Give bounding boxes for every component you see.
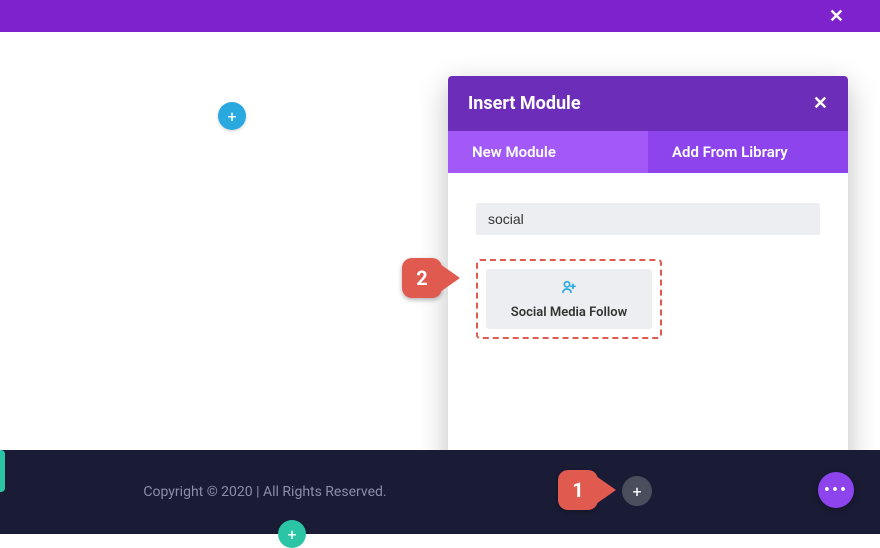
callout-arrow-icon	[440, 264, 460, 292]
tab-label: Add From Library	[672, 143, 788, 161]
footer-copyright: Copyright © 2020 | All Rights Reserved.	[0, 484, 530, 500]
search-input[interactable]	[476, 203, 820, 235]
plus-icon: +	[227, 107, 236, 126]
module-grid: Social Media Follow	[476, 259, 820, 339]
module-highlight: Social Media Follow	[476, 259, 662, 339]
person-follow-icon	[561, 279, 577, 299]
annotation-callout-1: 1	[558, 470, 616, 510]
callout-arrow-icon	[596, 476, 616, 504]
modal-title: Insert Module	[468, 93, 581, 114]
close-icon[interactable]: ✕	[813, 93, 828, 114]
annotation-callout-2: 2	[402, 258, 460, 298]
modal-tabs: New Module Add From Library	[448, 131, 848, 173]
modal-header: Insert Module ✕	[448, 76, 848, 131]
module-label: Social Media Follow	[511, 305, 627, 320]
insert-module-modal: Insert Module ✕ New Module Add From Libr…	[448, 76, 848, 468]
builder-settings-fab[interactable]: •••	[818, 472, 854, 508]
add-module-button-footer[interactable]: +	[622, 476, 652, 506]
module-social-media-follow[interactable]: Social Media Follow	[486, 269, 652, 329]
tab-add-from-library[interactable]: Add From Library	[648, 131, 848, 173]
plus-icon: +	[287, 525, 296, 544]
builder-top-bar: ✕	[0, 0, 880, 32]
modal-body: Social Media Follow	[448, 173, 848, 359]
callout-number: 1	[558, 470, 598, 510]
callout-number: 2	[402, 258, 442, 298]
tab-new-module[interactable]: New Module	[448, 131, 648, 173]
plus-icon: +	[632, 482, 641, 501]
add-module-button[interactable]: +	[218, 102, 246, 130]
tab-label: New Module	[472, 143, 556, 161]
add-section-button[interactable]: +	[278, 520, 306, 548]
ellipsis-icon: •••	[824, 480, 848, 501]
close-icon[interactable]: ✕	[829, 6, 844, 27]
